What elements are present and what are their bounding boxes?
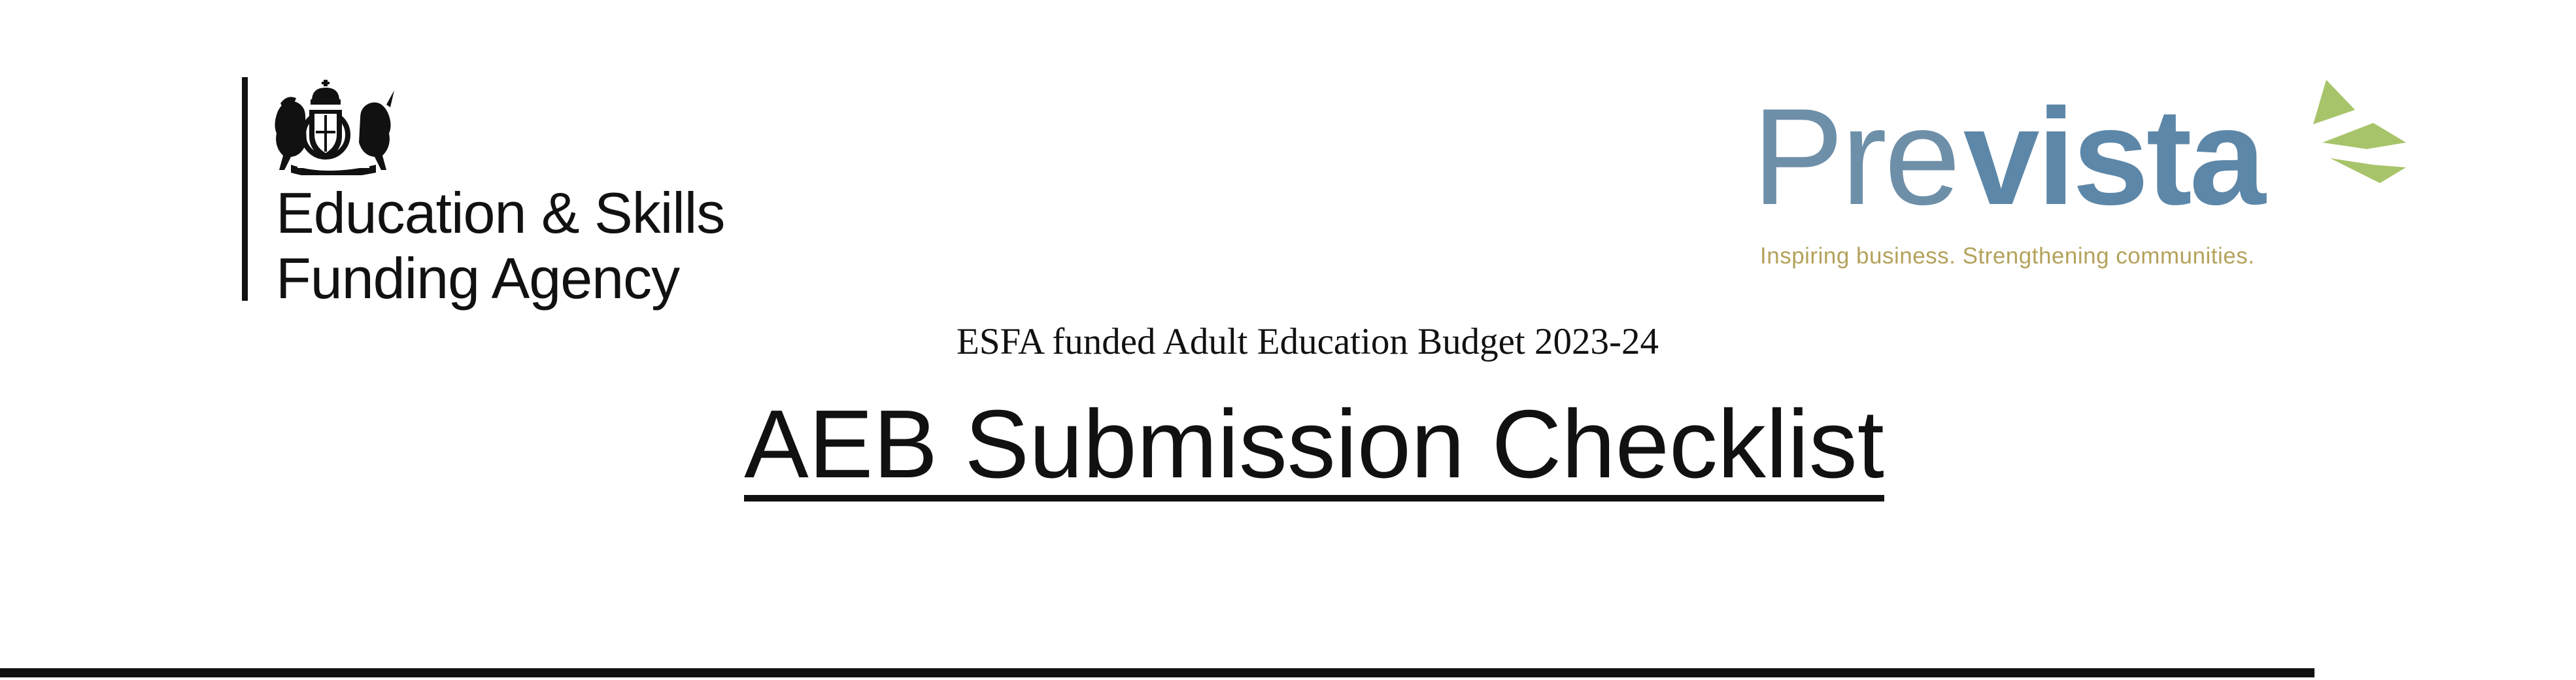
prevista-wordmark-vista: vista	[1963, 80, 2267, 222]
esfa-wordmark-line1: Education & Skills	[276, 180, 725, 245]
esfa-logo-divider	[242, 77, 248, 301]
esfa-wordmark: Education & Skills Funding Agency	[276, 180, 725, 311]
page-title: AEB Submission Checklist	[0, 392, 2576, 502]
document-subtitle: ESFA funded Adult Education Budget 2023-…	[957, 321, 1659, 362]
prevista-tagline: Inspiring business. Strengthening commun…	[1760, 243, 2255, 269]
royal-coat-of-arms-icon	[275, 80, 394, 175]
prevista-wordmark-pre: Pre	[1752, 80, 1958, 222]
esfa-wordmark-line2: Funding Agency	[276, 246, 680, 311]
prevista-wordmark: Pre vista	[1752, 80, 2406, 222]
green-leaf-icon	[2313, 80, 2406, 183]
section-divider	[0, 668, 2314, 677]
esfa-logo: Education & Skills Funding Agency	[242, 77, 843, 311]
prevista-logo: Pre vista Inspiring business. Strengthen…	[1752, 72, 2419, 281]
page-title-text: AEB Submission Checklist	[744, 396, 1884, 502]
